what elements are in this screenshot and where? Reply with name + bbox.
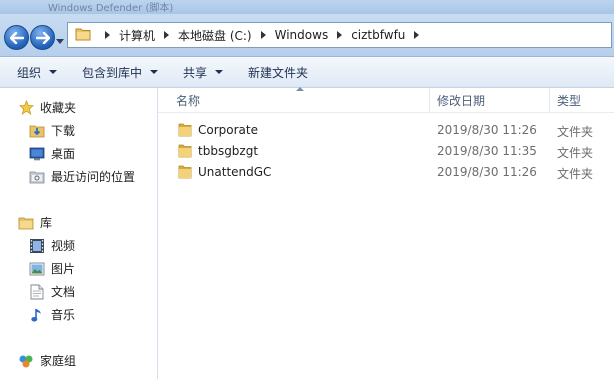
breadcrumb-local-disk[interactable]: 本地磁盘 (C:) (177, 27, 253, 44)
nav-documents-label: 文档 (51, 285, 76, 299)
chevron-down-icon (150, 70, 159, 74)
include-in-library-button[interactable]: 包含到库中 (74, 61, 166, 83)
folder-icon (177, 164, 193, 182)
nav-desktop[interactable]: 桌面 (29, 145, 75, 162)
forward-button[interactable] (30, 25, 55, 50)
folder-icon (177, 122, 193, 140)
nav-favorites-label: 收藏夹 (40, 101, 77, 115)
organize-button[interactable]: 组织 (9, 61, 65, 83)
nav-recent-places[interactable]: 最近访问的位置 (29, 168, 135, 185)
folder-icon (177, 143, 193, 161)
breadcrumb-windows[interactable]: Windows (274, 28, 330, 42)
file-name: tbbsgbzgt (198, 144, 259, 158)
nav-pictures-label: 图片 (51, 262, 76, 276)
file-modified: 2019/8/30 11:26 (437, 165, 537, 179)
column-divider[interactable] (549, 88, 550, 112)
back-button[interactable] (4, 25, 29, 50)
table-row[interactable]: Corporate 2019/8/30 11:26 文件夹 (158, 120, 614, 141)
recent-places-icon (29, 169, 45, 185)
nav-homegroup-label: 家庭组 (40, 354, 77, 368)
forward-arrow-icon (35, 31, 50, 44)
library-icon (18, 215, 34, 231)
nav-recent-places-label: 最近访问的位置 (51, 170, 136, 184)
chevron-down-icon (215, 70, 224, 74)
breadcrumb-separator[interactable] (105, 31, 110, 39)
document-icon (29, 284, 45, 300)
breadcrumb-current-folder[interactable]: ciztbfwfu (350, 28, 406, 42)
new-folder-button[interactable]: 新建文件夹 (240, 61, 316, 83)
desktop-icon (29, 146, 45, 162)
nav-music-label: 音乐 (51, 308, 76, 322)
nav-desktop-label: 桌面 (51, 147, 76, 161)
column-header-type[interactable]: 类型 (557, 92, 581, 109)
file-type: 文件夹 (557, 125, 594, 139)
file-modified: 2019/8/30 11:26 (437, 123, 537, 137)
nav-libraries[interactable]: 库 (18, 214, 52, 231)
nav-videos-label: 视频 (51, 239, 76, 253)
homegroup-icon (18, 353, 34, 369)
chevron-down-icon (49, 70, 58, 74)
nav-favorites[interactable]: 收藏夹 (18, 99, 76, 116)
column-header-row: 名称 修改日期 类型 (158, 87, 614, 113)
video-icon (29, 238, 45, 254)
file-modified: 2019/8/30 11:35 (437, 144, 537, 158)
address-bar[interactable]: 计算机 本地磁盘 (C:) Windows ciztbfwfu (67, 22, 612, 48)
download-folder-icon (29, 123, 45, 139)
music-icon (29, 307, 45, 323)
nav-documents[interactable]: 文档 (29, 283, 75, 300)
address-row: 计算机 本地磁盘 (C:) Windows ciztbfwfu (0, 14, 614, 57)
recent-pages-dropdown[interactable] (56, 33, 64, 47)
file-type: 文件夹 (557, 167, 594, 181)
breadcrumb-separator[interactable] (164, 31, 170, 39)
new-folder-label: 新建文件夹 (248, 65, 309, 80)
column-header-modified[interactable]: 修改日期 (437, 92, 485, 109)
nav-downloads[interactable]: 下载 (29, 122, 75, 139)
organize-label: 组织 (17, 65, 42, 80)
sort-arrow-icon (296, 87, 304, 91)
back-arrow-icon (9, 31, 24, 44)
table-row[interactable]: tbbsgbzgt 2019/8/30 11:35 文件夹 (158, 141, 614, 162)
star-icon (18, 100, 34, 116)
file-name: Corporate (198, 123, 258, 137)
column-header-name[interactable]: 名称 (176, 92, 200, 109)
breadcrumb-computer[interactable]: 计算机 (118, 27, 156, 44)
command-bar: 组织 包含到库中 共享 新建文件夹 (0, 57, 614, 88)
column-divider[interactable] (429, 88, 430, 112)
table-row[interactable]: UnattendGC 2019/8/30 11:26 文件夹 (158, 162, 614, 183)
file-type: 文件夹 (557, 146, 594, 160)
include-in-library-label: 包含到库中 (82, 65, 143, 80)
file-name: UnattendGC (198, 165, 272, 179)
nav-pictures[interactable]: 图片 (29, 260, 75, 277)
share-label: 共享 (183, 65, 208, 80)
nav-music[interactable]: 音乐 (29, 306, 75, 323)
share-button[interactable]: 共享 (175, 61, 231, 83)
nav-homegroup[interactable]: 家庭组 (18, 352, 76, 369)
breadcrumb-separator[interactable] (260, 31, 266, 39)
breadcrumb-separator[interactable] (337, 31, 343, 39)
title-bar: Windows Defender (脚本) (0, 0, 614, 14)
breadcrumb-separator[interactable] (414, 31, 420, 39)
navigation-pane: 收藏夹 下载 桌面 最近访问的位置 库 视频 图片 文档 音乐 家庭组 (0, 88, 158, 379)
nav-downloads-label: 下载 (51, 124, 76, 138)
nav-videos[interactable]: 视频 (29, 237, 75, 254)
folder-icon (75, 27, 91, 44)
file-list: 名称 修改日期 类型 Corporate 2019/8/30 11:26 文件夹… (158, 87, 614, 379)
picture-icon (29, 261, 45, 277)
nav-libraries-label: 库 (40, 216, 53, 230)
window-title: Windows Defender (脚本) (48, 3, 174, 14)
